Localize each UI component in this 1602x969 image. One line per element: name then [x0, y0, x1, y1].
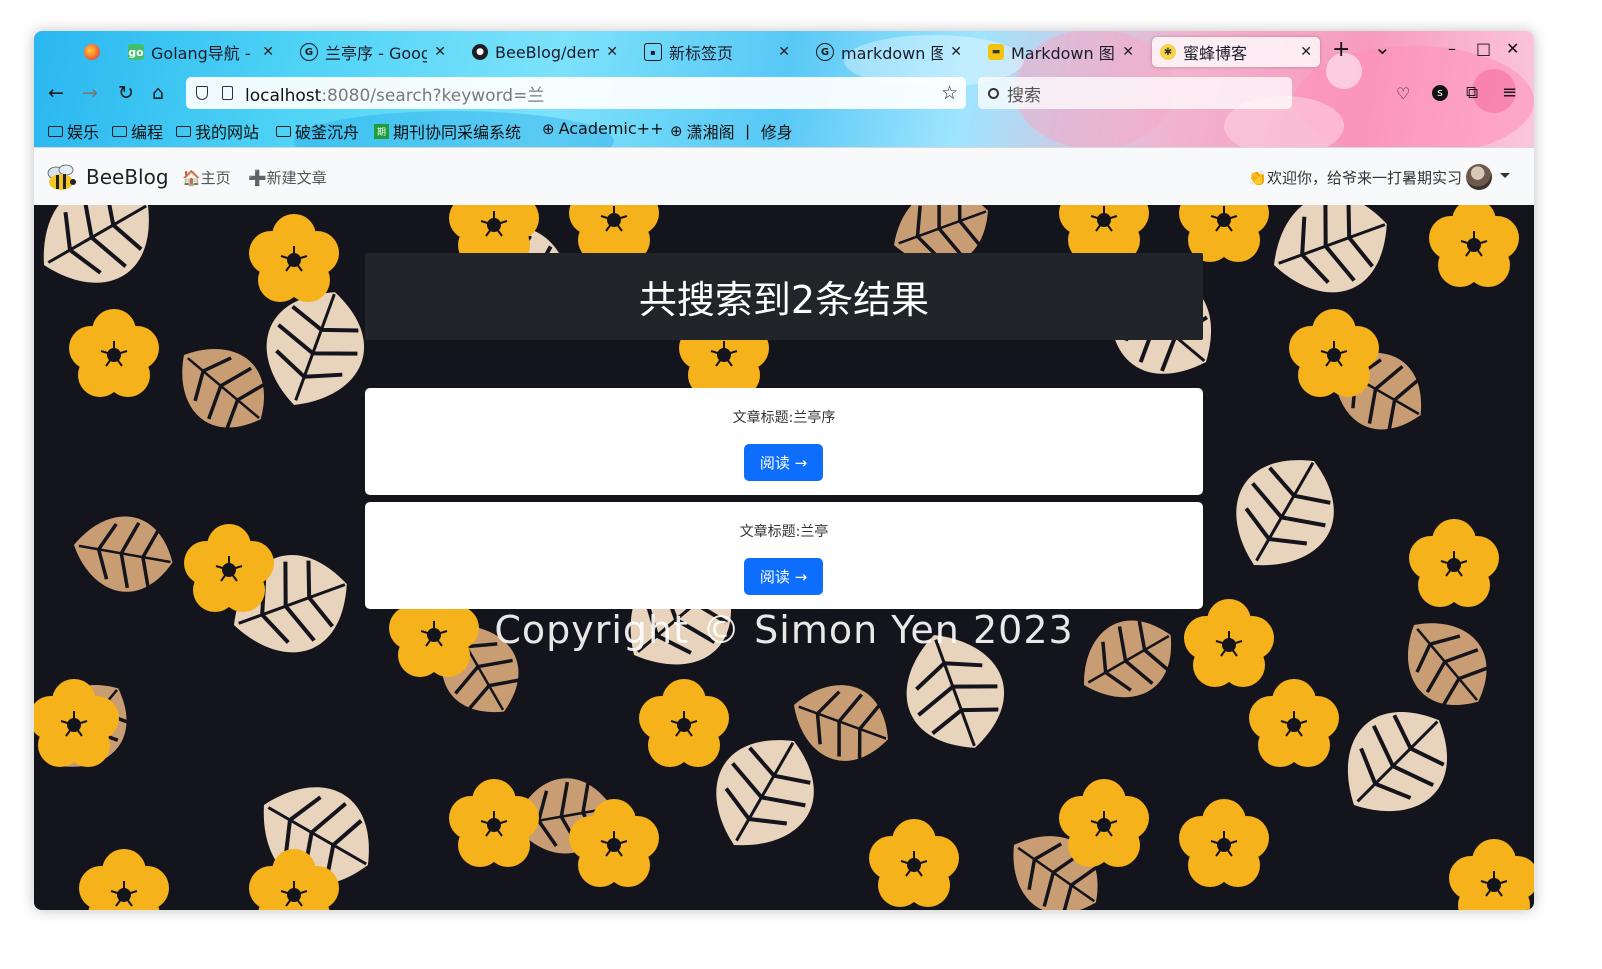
search-summary-header: 共搜索到2条结果: [365, 253, 1203, 340]
copyright-footer: Copyright © Simon Yen 2023: [494, 608, 1074, 652]
navigation-toolbar: ← → ↻ ⌂ localhost:8080/search?keyword=兰 …: [34, 75, 1534, 113]
tab-github[interactable]: ● BeeBlog/demo ✕: [464, 37, 626, 67]
search-summary-text: 共搜索到2条结果: [638, 278, 930, 322]
bookmark-folder-pofuchenzhou[interactable]: 破釜沉舟: [276, 119, 359, 143]
close-icon[interactable]: ✕: [778, 44, 790, 60]
tab-strip: go Golang导航 - 编 ✕ G 兰亭序 - Google ✕ ● Bee…: [34, 31, 1534, 75]
tab-markdown-google[interactable]: G markdown 图片 ✕: [808, 37, 970, 67]
github-favicon: ●: [472, 44, 488, 60]
url-text[interactable]: localhost:8080/search?keyword=兰: [245, 81, 544, 106]
markdown-favicon: ▬: [988, 44, 1004, 60]
nav-home-link[interactable]: 🏠主页: [182, 167, 231, 188]
folder-icon: [176, 125, 191, 137]
tab-label: 兰亭序 - Google: [325, 44, 428, 63]
tab-lantingxu-google[interactable]: G 兰亭序 - Google ✕: [292, 37, 454, 67]
bookmark-label: 潇湘阁 丨 修身: [686, 123, 793, 142]
site-navbar: BeeBlog 🏠主页 ➕新建文章 👏欢迎你，给爷来一打暑期实习: [34, 147, 1534, 205]
search-placeholder: 搜索: [1007, 85, 1041, 106]
bookmark-academic[interactable]: ⊕ Academic++: [542, 119, 663, 138]
url-host: localhost: [245, 85, 322, 106]
bookmark-xiaoxiangge[interactable]: ⊕ 潇湘阁 丨 修身: [670, 119, 793, 143]
newtab-favicon: ▪: [644, 43, 662, 61]
close-icon[interactable]: ✕: [1300, 44, 1312, 60]
nav-new-post-link[interactable]: ➕新建文章: [248, 167, 327, 188]
tab-golang[interactable]: go Golang导航 - 编 ✕: [120, 37, 282, 67]
pocket-icon[interactable]: ♡: [1396, 84, 1410, 104]
result-card: 文章标题:兰亭 阅读 →: [365, 502, 1203, 609]
tab-label: BeeBlog/demo: [495, 42, 600, 62]
bookmark-folder-yule[interactable]: 娱乐: [48, 119, 99, 143]
folder-icon: [112, 125, 127, 137]
read-button[interactable]: 阅读 →: [744, 444, 823, 481]
forward-arrow-icon[interactable]: →: [82, 83, 98, 103]
tab-list-button[interactable]: ⌄: [1374, 35, 1391, 59]
bee-favicon: ✱: [1160, 44, 1176, 60]
minimize-button[interactable]: –: [1448, 39, 1456, 58]
menu-hamburger-icon[interactable]: ≡: [1502, 83, 1517, 103]
tab-label: Markdown 图片: [1011, 44, 1115, 63]
shield-icon[interactable]: [196, 86, 208, 100]
tab-markdown[interactable]: ▬ Markdown 图片 ✕: [980, 37, 1142, 67]
brand-link[interactable]: BeeBlog: [44, 160, 169, 194]
welcome-text[interactable]: 👏欢迎你，给爷来一打暑期实习: [1248, 167, 1462, 188]
result-title: 文章标题:兰亭: [739, 524, 829, 540]
avatar[interactable]: [1466, 164, 1492, 190]
folder-icon: [276, 125, 291, 137]
url-bar[interactable]: localhost:8080/search?keyword=兰 ☆: [186, 77, 966, 109]
globe-icon: ⊕: [670, 122, 683, 140]
bee-logo-icon: [47, 164, 76, 190]
read-button[interactable]: 阅读 →: [744, 558, 823, 595]
tab-label: 新标签页: [669, 44, 734, 63]
chevron-down-icon[interactable]: [1500, 173, 1510, 178]
brand-name: BeeBlog: [86, 165, 169, 189]
golang-favicon: go: [128, 44, 144, 60]
folder-icon: [48, 125, 63, 137]
bookmark-folder-my-sites[interactable]: 我的网站: [176, 119, 259, 143]
page-icon: [222, 86, 233, 100]
new-tab-button[interactable]: +: [1332, 37, 1350, 62]
tab-label: Golang导航 - 编: [151, 44, 255, 63]
result-title: 文章标题:兰亭序: [732, 410, 836, 426]
home-icon[interactable]: ⌂: [152, 83, 164, 103]
bookmarks-toolbar: 娱乐 编程 我的网站 破釜沉舟 期期刊协同采编系统 ⊕ Academic++ ⊕ 潇…: [34, 115, 1534, 145]
google-favicon: G: [816, 43, 834, 61]
tab-label: 蜜蜂博客: [1183, 44, 1248, 63]
bookmark-label: Academic++: [558, 119, 664, 138]
google-favicon: G: [300, 43, 318, 61]
bookmark-label: 编程: [131, 123, 164, 142]
extension-s-icon[interactable]: s: [1432, 85, 1448, 101]
bookmark-label: 娱乐: [67, 123, 100, 142]
bookmark-label: 破釜沉舟: [295, 123, 360, 142]
bookmark-star-icon[interactable]: ☆: [941, 82, 958, 104]
content-area: 共搜索到2条结果 文章标题:兰亭序 阅读 → 文章标题:兰亭 阅读 → Copy…: [34, 205, 1534, 910]
tab-new-tab-page[interactable]: ▪ 新标签页 ✕: [636, 37, 798, 67]
browser-window: go Golang导航 - 编 ✕ G 兰亭序 - Google ✕ ● Bee…: [34, 31, 1534, 910]
close-window-button[interactable]: ✕: [1506, 39, 1519, 58]
close-icon[interactable]: ✕: [434, 44, 446, 60]
browser-chrome: go Golang导航 - 编 ✕ G 兰亭序 - Google ✕ ● Bee…: [34, 31, 1534, 147]
search-icon: [988, 87, 999, 99]
maximize-button[interactable]: □: [1476, 39, 1491, 58]
bookmark-label: 我的网站: [195, 123, 260, 142]
url-path: :8080/search?keyword=兰: [321, 85, 545, 106]
search-bar[interactable]: 搜索: [978, 77, 1292, 109]
close-icon[interactable]: ✕: [1122, 44, 1134, 60]
bookmark-label: 期刊协同采编系统: [393, 123, 522, 142]
result-card: 文章标题:兰亭序 阅读 →: [365, 388, 1203, 495]
close-icon[interactable]: ✕: [606, 44, 618, 60]
extensions-puzzle-icon[interactable]: ⧉: [1466, 83, 1478, 103]
tab-label: markdown 图片: [841, 44, 944, 63]
bookmark-journal-system[interactable]: 期期刊协同采编系统: [374, 119, 521, 143]
close-icon[interactable]: ✕: [950, 44, 962, 60]
firefox-icon[interactable]: [84, 44, 100, 60]
globe-icon: ⊕: [542, 119, 555, 138]
back-arrow-icon[interactable]: ←: [48, 83, 64, 103]
bookmark-folder-biancheng[interactable]: 编程: [112, 119, 163, 143]
journal-icon: 期: [374, 123, 389, 139]
close-icon[interactable]: ✕: [262, 44, 274, 60]
tab-beeblog[interactable]: ✱ 蜜蜂博客 ✕: [1152, 37, 1320, 67]
reload-icon[interactable]: ↻: [118, 83, 134, 103]
